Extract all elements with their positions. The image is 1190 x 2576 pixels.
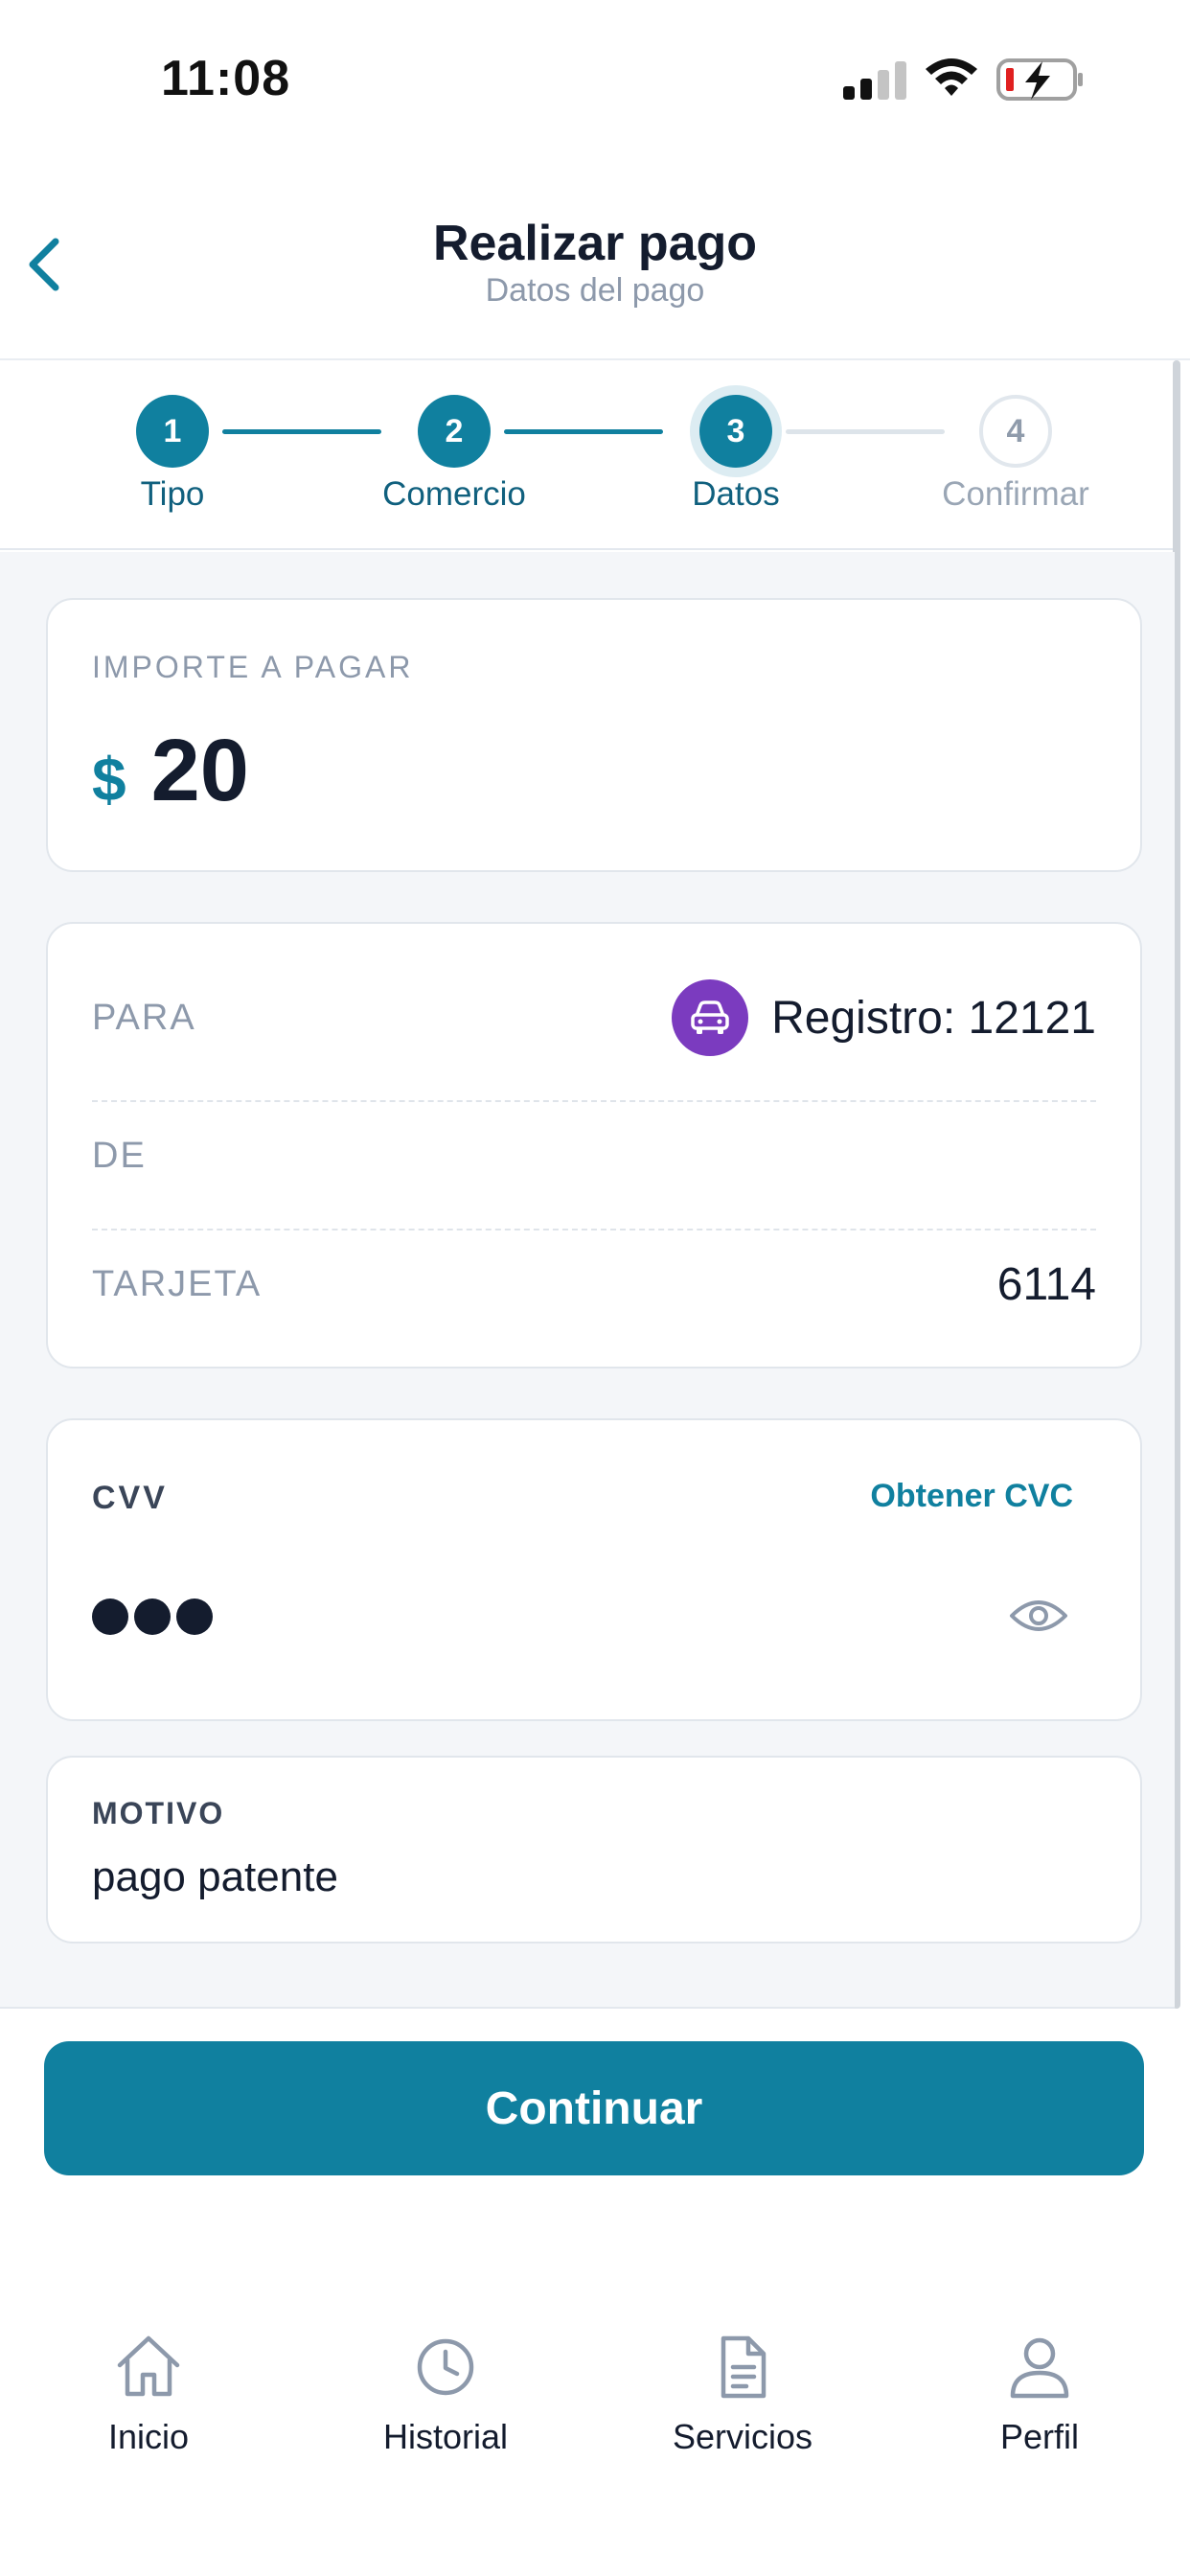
amount-value: 20 — [150, 722, 249, 819]
cvv-mask-dot — [134, 1598, 171, 1635]
tab-servicios-label: Servicios — [672, 2417, 813, 2456]
cvv-label: CVV — [92, 1480, 168, 1516]
continue-button[interactable]: Continuar — [44, 2041, 1144, 2175]
progress-stepper: 1 2 3 4 Tipo Comercio Datos Confirmar — [0, 360, 1175, 550]
toggle-visibility-button[interactable] — [1008, 1591, 1069, 1641]
tab-historial[interactable]: Historial — [297, 2331, 594, 2503]
bottom-tab-bar: Inicio Historial Servicios Perfil — [0, 2300, 1190, 2576]
cvv-input[interactable] — [92, 1598, 213, 1635]
step-2-label: Comercio — [382, 475, 526, 513]
step-4-indicator: 4 — [979, 395, 1052, 468]
tab-servicios[interactable]: Servicios — [594, 2331, 891, 2503]
step-connector — [504, 429, 663, 434]
payment-form: IMPORTE A PAGAR $ 20 PARA Registro: 1212… — [0, 552, 1175, 2009]
amount-card: IMPORTE A PAGAR $ 20 — [46, 598, 1142, 872]
detail-row-de: DE — [92, 1125, 1096, 1186]
home-icon — [117, 2335, 180, 2397]
tab-perfil-label: Perfil — [999, 2417, 1080, 2456]
tab-perfil[interactable]: Perfil — [891, 2331, 1188, 2503]
status-time: 11:08 — [161, 51, 291, 106]
get-cvc-link[interactable]: Obtener CVC — [870, 1478, 1073, 1515]
motivo-card: MOTIVO — [46, 1756, 1142, 1944]
car-icon — [672, 979, 749, 1056]
divider — [92, 1100, 1096, 1102]
payment-details-card: PARA Registro: 12121 DE TARJETA 6114 — [46, 922, 1142, 1368]
step-2-indicator: 2 — [418, 395, 491, 468]
motivo-input[interactable] — [92, 1853, 1050, 1901]
battery-charging-icon — [996, 58, 1083, 101]
payment-screen: 11:08 Realizar pago Datos del pago 1 2 3… — [0, 0, 1190, 2576]
para-value: Registro: 12121 — [771, 992, 1096, 1044]
page-title: Realizar pago — [432, 216, 758, 271]
step-connector — [222, 429, 381, 434]
amount-row: $ 20 — [92, 721, 249, 821]
header: Realizar pago Datos del pago — [0, 144, 1190, 360]
step-1-indicator: 1 — [136, 395, 209, 468]
tarjeta-value: 6114 — [996, 1258, 1096, 1310]
para-label: PARA — [92, 997, 196, 1038]
tab-historial-label: Historial — [382, 2417, 509, 2456]
page-subtitle: Datos del pago — [485, 272, 705, 309]
cvv-mask-dot — [92, 1598, 128, 1635]
cvv-card: CVV Obtener CVC — [46, 1418, 1142, 1721]
cvv-mask-dot — [176, 1598, 213, 1635]
step-3-indicator: 3 — [699, 395, 772, 468]
step-connector — [786, 429, 945, 434]
status-bar: 11:08 — [0, 0, 1190, 144]
eye-icon — [1010, 1600, 1067, 1631]
detail-row-tarjeta: TARJETA 6114 — [92, 1254, 1096, 1315]
step-1-label: Tipo — [140, 475, 205, 513]
detail-row-para: PARA Registro: 12121 — [92, 979, 1096, 1056]
motivo-label: MOTIVO — [92, 1796, 225, 1830]
currency-symbol: $ — [92, 745, 126, 814]
para-value-group: Registro: 12121 — [672, 979, 1096, 1056]
step-4-label: Confirmar — [942, 475, 1089, 513]
amount-label: IMPORTE A PAGAR — [92, 650, 414, 684]
clock-icon — [417, 2338, 474, 2396]
tarjeta-label: TARJETA — [92, 1263, 263, 1304]
user-icon — [1010, 2337, 1069, 2399]
cellular-signal-icon — [843, 61, 906, 100]
tab-inicio-label: Inicio — [107, 2417, 190, 2456]
tab-inicio[interactable]: Inicio — [0, 2331, 297, 2503]
document-icon — [721, 2335, 767, 2399]
step-3-label: Datos — [692, 475, 780, 513]
de-label: DE — [92, 1135, 147, 1176]
divider — [92, 1229, 1096, 1230]
wifi-icon — [926, 58, 977, 96]
